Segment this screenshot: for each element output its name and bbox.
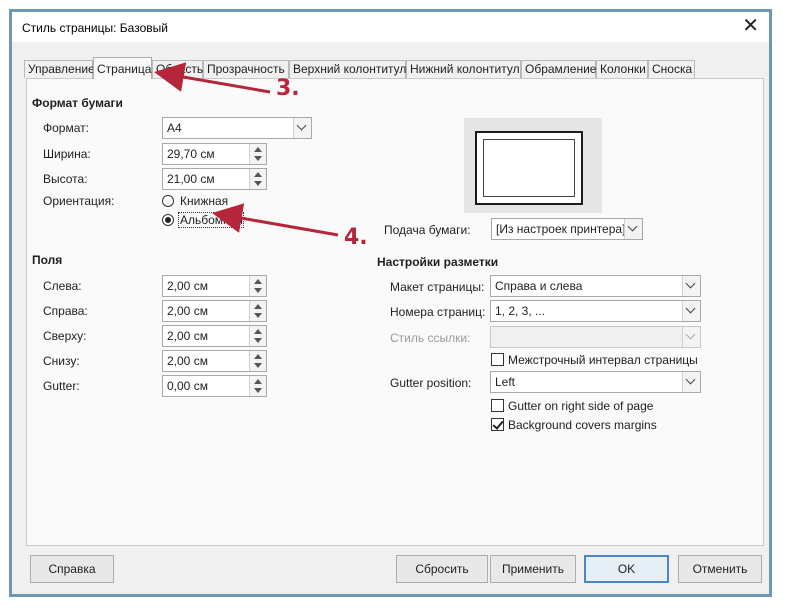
- annotation-step-4: 4.: [344, 225, 368, 250]
- annotation-step-3: 3.: [276, 76, 300, 101]
- arrow-to-landscape: [212, 203, 339, 237]
- tab-page[interactable]: Страница: [93, 57, 152, 79]
- annotation-arrows: [154, 62, 339, 237]
- arrow-to-page-tab: [154, 62, 271, 94]
